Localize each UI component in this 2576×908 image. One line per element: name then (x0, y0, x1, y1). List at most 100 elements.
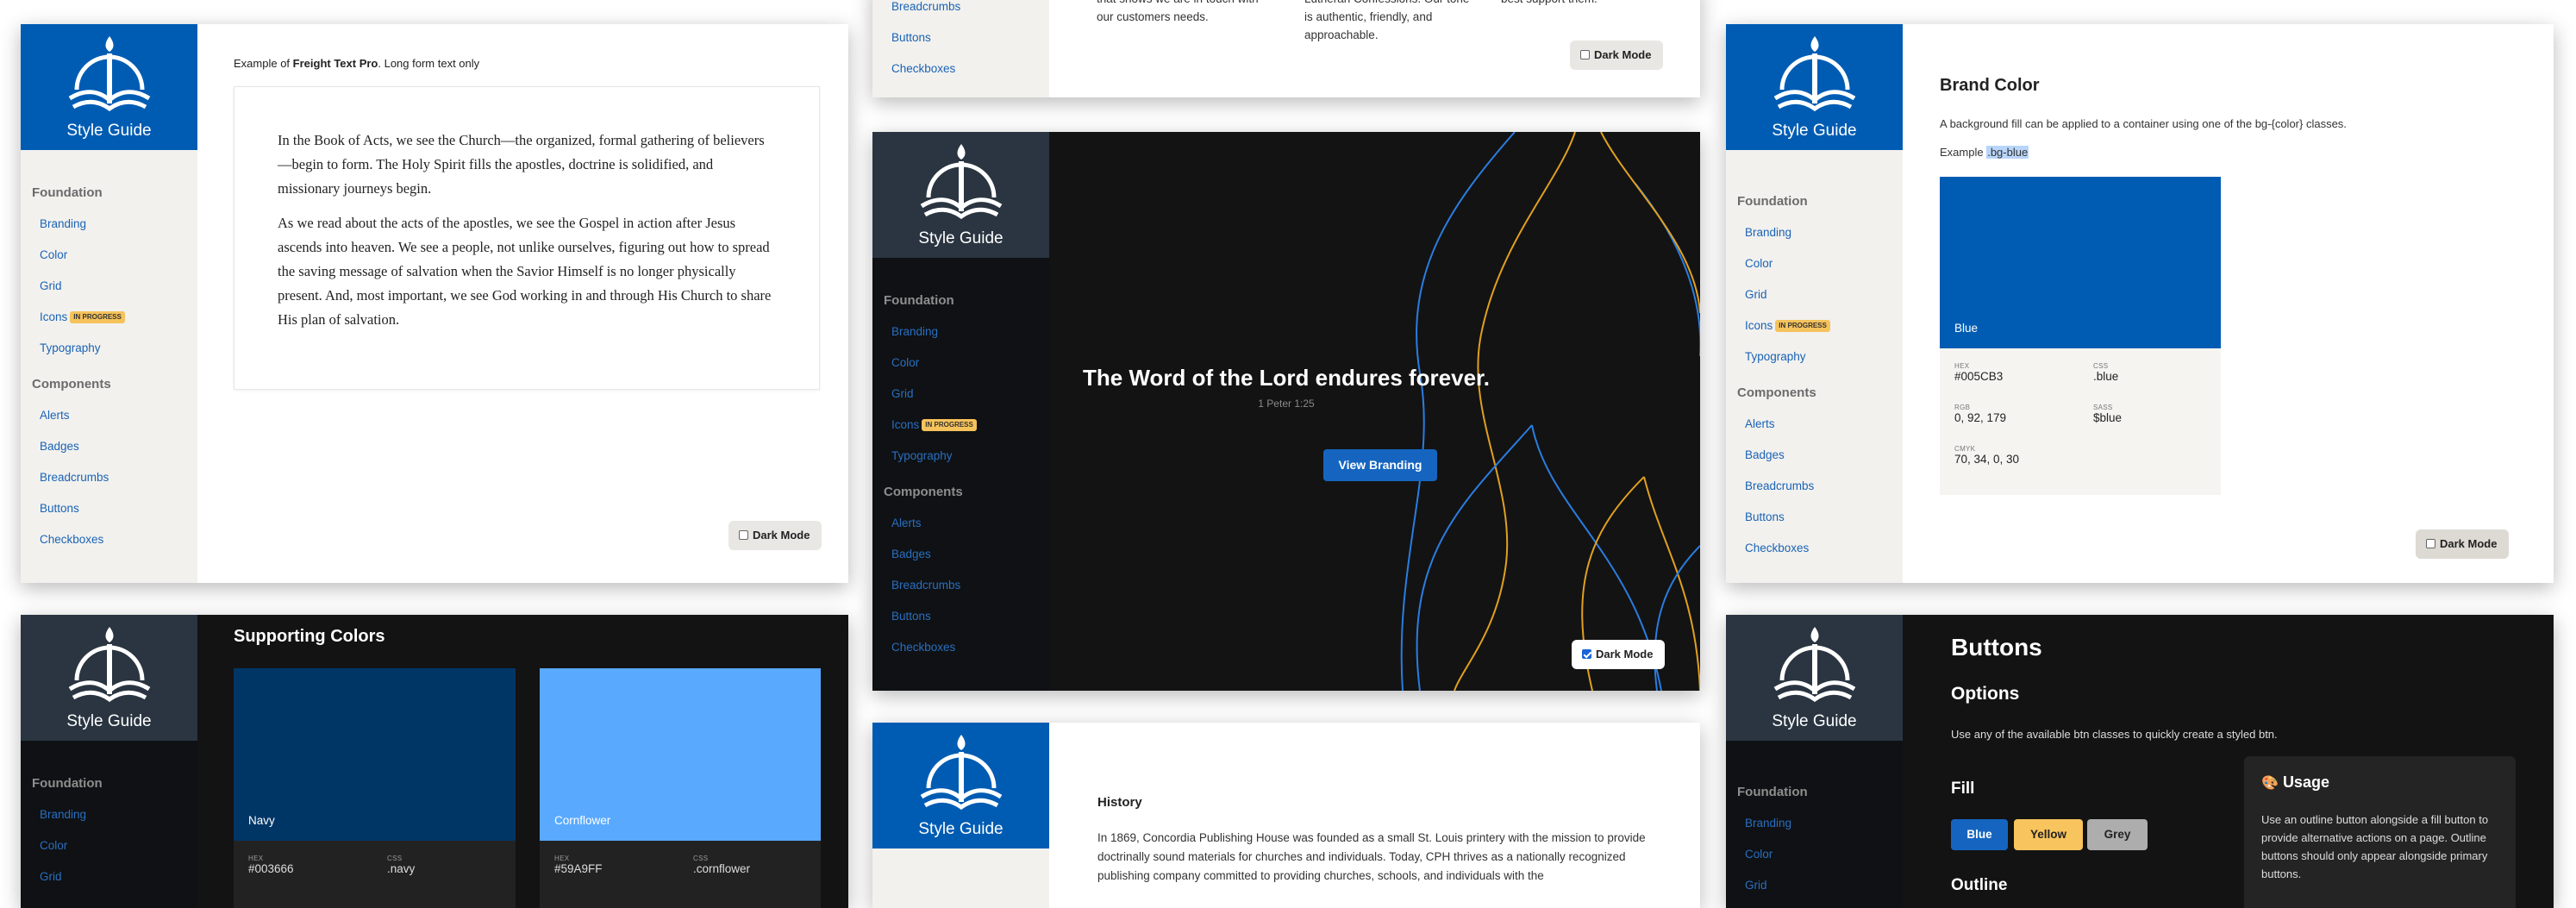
sidebar-item-buttons[interactable]: Buttons (21, 493, 197, 524)
sidebar-item-typography[interactable]: Typography (872, 441, 1049, 472)
sidebar-item-checkboxes[interactable]: Checkboxes (872, 53, 1049, 85)
sidebar-item-grid[interactable]: Grid (21, 861, 197, 892)
sidebar-item-grid[interactable]: Grid (21, 271, 197, 302)
sidebar: Foundation Branding Color Grid (1726, 741, 1903, 908)
sidebar-item-icons[interactable]: Icons IN PROGRESS (1726, 310, 1903, 341)
dark-mode-checkbox[interactable] (1582, 649, 1591, 659)
hex-label: HEX (248, 855, 264, 862)
grey-button[interactable]: Grey (2087, 819, 2148, 850)
sidebar-item-breadcrumbs[interactable]: Breadcrumbs (872, 570, 1049, 601)
example-paragraph-1: In the Book of Acts, we see the Church—t… (278, 132, 765, 197)
dark-mode-checkbox[interactable] (739, 530, 748, 540)
blue-button[interactable]: Blue (1951, 819, 2008, 850)
logo-icon (68, 627, 150, 703)
hex-label: HEX (1954, 362, 1970, 370)
sidebar-item-color[interactable]: Color (872, 348, 1049, 379)
example-class-highlight: .bg-blue (1986, 146, 2029, 159)
view-branding-button[interactable]: View Branding (1323, 449, 1437, 481)
logo[interactable]: Style Guide (21, 615, 197, 741)
in-progress-badge: IN PROGRESS (1775, 320, 1830, 333)
sidebar-item-breadcrumbs[interactable]: Breadcrumbs (872, 0, 1049, 22)
logo[interactable]: Style Guide (1726, 615, 1903, 741)
sidebar-item-buttons[interactable]: Buttons (872, 601, 1049, 632)
sidebar-item-branding[interactable]: Branding (872, 316, 1049, 348)
dark-mode-label: Dark Mode (2440, 537, 2498, 550)
sidebar-item-grid[interactable]: Grid (1726, 279, 1903, 310)
sidebar-item-label: Icons (1745, 319, 1773, 332)
sidebar-item-branding[interactable]: Branding (1726, 808, 1903, 839)
sidebar-item-label: Icons (891, 418, 920, 431)
sidebar-item-grid[interactable]: Grid (1726, 870, 1903, 901)
sidebar-item-checkboxes[interactable]: Checkboxes (21, 524, 197, 555)
caption-suffix: . Long form text only (378, 57, 480, 70)
yellow-button[interactable]: Yellow (2014, 819, 2083, 850)
main-content: Brand Color A background fill can be app… (1903, 24, 2554, 583)
sidebar-item-badges[interactable]: Badges (21, 431, 197, 462)
dark-mode-toggle[interactable]: Dark Mode (1572, 640, 1666, 669)
sidebar-item-color[interactable]: Color (1726, 248, 1903, 279)
sidebar-item-badges[interactable]: Badges (872, 539, 1049, 570)
nav-section-components: Components (32, 377, 111, 391)
rgb-value: 0, 92, 179 (1954, 411, 2007, 424)
logo[interactable]: Style Guide (872, 723, 1049, 849)
dark-mode-toggle[interactable]: Dark Mode (1570, 41, 1664, 70)
sidebar-item-color[interactable]: Color (1726, 839, 1903, 870)
dark-mode-toggle[interactable]: Dark Mode (728, 521, 822, 550)
sidebar-item-checkboxes[interactable]: Checkboxes (1726, 533, 1903, 564)
page-title: Buttons (1951, 634, 2042, 661)
sidebar-item-color[interactable]: Color (21, 240, 197, 271)
sidebar-item-color[interactable]: Color (21, 830, 197, 861)
hero-title: The Word of the Lord endures forever. (1083, 365, 1490, 391)
swatch-name: Cornflower (554, 814, 611, 827)
nav-section-foundation: Foundation (32, 776, 103, 791)
usage-title-text: Usage (2282, 773, 2329, 791)
sidebar-item-icons[interactable]: Icons IN PROGRESS (21, 302, 197, 333)
logo[interactable]: Style Guide (21, 24, 197, 150)
logo-text: Style Guide (918, 820, 1004, 838)
sass-value: $blue (2093, 411, 2123, 424)
sidebar-item-typography[interactable]: Typography (1726, 341, 1903, 373)
page-title: Supporting Colors (234, 627, 385, 646)
hex-value: #003666 (248, 862, 294, 875)
sidebar-item-buttons[interactable]: Buttons (1726, 502, 1903, 533)
dark-mode-checkbox[interactable] (1580, 50, 1590, 59)
sidebar-item-breadcrumbs[interactable]: Breadcrumbs (1726, 471, 1903, 502)
logo[interactable]: Style Guide (872, 132, 1049, 258)
sidebar-item-grid[interactable]: Grid (872, 379, 1049, 410)
dark-mode-toggle[interactable]: Dark Mode (2416, 529, 2510, 559)
sidebar-item-branding[interactable]: Branding (21, 799, 197, 830)
logo-text: Style Guide (66, 122, 152, 140)
sidebar-item-badges[interactable]: Badges (1726, 440, 1903, 471)
supporting-colors-panel: Style Guide Foundation Branding Color Gr… (21, 615, 848, 908)
sidebar-item-alerts[interactable]: Alerts (872, 508, 1049, 539)
hex-label: HEX (554, 855, 570, 862)
css-label: CSS (387, 855, 403, 862)
sidebar-item-breadcrumbs[interactable]: Breadcrumbs (21, 462, 197, 493)
dark-mode-label: Dark Mode (1594, 48, 1652, 61)
dark-mode-checkbox[interactable] (2426, 539, 2435, 548)
logo-icon (1773, 627, 1855, 703)
navy-details: HEX #003666 CSS .navy (234, 841, 516, 908)
sidebar-item-icons[interactable]: Icons IN PROGRESS (872, 410, 1049, 441)
css-value: .blue (2093, 370, 2119, 383)
sidebar-item-alerts[interactable]: Alerts (1726, 409, 1903, 440)
sidebar: Breadcrumbs Buttons Checkboxes (872, 0, 1049, 97)
logo-text: Style Guide (918, 229, 1004, 247)
nav-section-foundation: Foundation (884, 293, 954, 308)
sidebar-item-branding[interactable]: Branding (21, 209, 197, 240)
sidebar-item-checkboxes[interactable]: Checkboxes (872, 632, 1049, 663)
swatch-details: HEX #005CB3 CSS .blue RGB 0, 92, 179 SASS $b… (1940, 348, 2221, 495)
rgb-label: RGB (1954, 404, 1971, 411)
main-content: Supporting Colors Navy HEX #003666 CSS .na… (197, 615, 848, 908)
sidebar: Foundation Branding Color Grid Icons IN P… (21, 150, 197, 583)
sidebar-item-typography[interactable]: Typography (21, 333, 197, 364)
logo[interactable]: Style Guide (1726, 24, 1903, 150)
sidebar-item-buttons[interactable]: Buttons (872, 22, 1049, 53)
nav-section-foundation: Foundation (32, 185, 103, 200)
sidebar-item-alerts[interactable]: Alerts (21, 400, 197, 431)
voice-column-3: best support them. (1501, 0, 1673, 8)
voice-column-1: that shows we are in touch with our cust… (1097, 0, 1259, 23)
page-title: Brand Color (1940, 76, 2040, 95)
font-name: Freight Text Pro (292, 57, 378, 70)
sidebar-item-branding[interactable]: Branding (1726, 217, 1903, 248)
